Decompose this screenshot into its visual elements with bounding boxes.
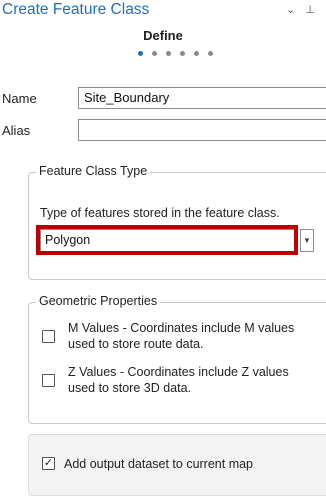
pane-controls: ⌄ ⊥: [286, 3, 315, 16]
add-to-map-checkbox[interactable]: ✓: [42, 457, 55, 470]
z-values-line2: used to store 3D data.: [68, 381, 191, 395]
step-dot-3[interactable]: [166, 51, 171, 56]
z-values-label: Z Values - Coordinates include Z values …: [68, 364, 289, 396]
step-dot-6[interactable]: [208, 51, 213, 56]
feature-class-type-legend: Feature Class Type: [36, 164, 151, 178]
feature-type-description: Type of features stored in the feature c…: [40, 206, 280, 220]
name-label: Name: [2, 91, 37, 106]
pin-icon[interactable]: ⊥: [305, 3, 315, 16]
m-values-label: M Values - Coordinates include M values …: [68, 320, 294, 352]
selection-highlight-box: [36, 225, 298, 255]
alias-input[interactable]: [78, 119, 326, 141]
step-dot-1[interactable]: [138, 51, 143, 56]
alias-label: Alias: [2, 123, 31, 138]
z-values-line1: Z Values - Coordinates include Z values: [68, 365, 289, 379]
z-values-checkbox[interactable]: [42, 374, 55, 387]
m-values-checkbox[interactable]: [42, 330, 55, 343]
options-dropdown-icon[interactable]: ⌄: [286, 3, 295, 16]
geometric-properties-legend: Geometric Properties: [36, 294, 161, 308]
step-dot-2[interactable]: [152, 51, 157, 56]
m-values-line2: used to store route data.: [68, 337, 204, 351]
step-title: Define: [143, 28, 183, 43]
step-dot-4[interactable]: [180, 51, 185, 56]
add-to-map-label: Add output dataset to current map: [64, 457, 254, 471]
wizard-step-indicator: [138, 51, 213, 56]
dropdown-arrow-icon[interactable]: ▼: [300, 229, 314, 252]
name-input[interactable]: Site_Boundary: [78, 87, 326, 109]
m-values-line1: M Values - Coordinates include M values: [68, 321, 295, 335]
step-dot-5[interactable]: [194, 51, 199, 56]
pane-title: Create Feature Class: [2, 1, 150, 18]
